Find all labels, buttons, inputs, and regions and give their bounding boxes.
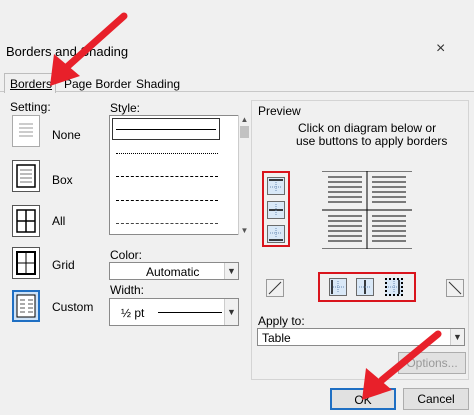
setting-none-label[interactable]: None bbox=[52, 128, 81, 142]
tab-shading[interactable]: Shading bbox=[136, 77, 180, 92]
chevron-down-icon[interactable]: ▼ bbox=[224, 263, 238, 279]
left-border-button[interactable] bbox=[329, 278, 347, 296]
bottom-border-button[interactable] bbox=[267, 225, 285, 243]
close-icon[interactable]: × bbox=[436, 40, 445, 58]
width-select[interactable]: ½ pt ▼ bbox=[109, 298, 239, 326]
preview-diagram[interactable] bbox=[322, 170, 412, 250]
style-option-dashed[interactable] bbox=[116, 176, 218, 177]
setting-box-label[interactable]: Box bbox=[52, 173, 73, 187]
setting-none-icon[interactable] bbox=[12, 115, 40, 147]
chevron-down-icon[interactable]: ▼ bbox=[450, 329, 464, 345]
top-border-button[interactable] bbox=[267, 177, 285, 195]
style-option-long-dash[interactable] bbox=[116, 200, 218, 201]
setting-box-icon[interactable] bbox=[12, 160, 40, 192]
scroll-up-icon[interactable]: ▲ bbox=[239, 115, 250, 124]
diagonal-up-border-button[interactable] bbox=[446, 279, 464, 297]
scroll-thumb[interactable] bbox=[240, 126, 249, 138]
color-value: Automatic bbox=[146, 265, 200, 279]
style-scrollbar[interactable]: ▲ ▼ bbox=[238, 115, 250, 235]
chevron-down-icon[interactable]: ▼ bbox=[224, 299, 238, 325]
inside-horizontal-border-button[interactable] bbox=[267, 201, 285, 219]
apply-to-value: Table bbox=[262, 331, 291, 345]
preview-label: Preview bbox=[258, 104, 301, 118]
setting-custom-label[interactable]: Custom bbox=[52, 300, 93, 314]
preview-instructions-2: use buttons to apply borders bbox=[296, 134, 448, 148]
scroll-down-icon[interactable]: ▼ bbox=[239, 226, 250, 235]
setting-all-label[interactable]: All bbox=[52, 214, 65, 228]
annotation-arrow-ok bbox=[362, 330, 442, 400]
style-option-dotted[interactable] bbox=[116, 153, 218, 154]
width-label: Width: bbox=[110, 283, 145, 297]
color-select[interactable]: Automatic ▼ bbox=[109, 262, 239, 280]
setting-label: Setting: bbox=[10, 100, 51, 114]
setting-grid-label[interactable]: Grid bbox=[52, 258, 75, 272]
setting-custom-icon[interactable] bbox=[12, 290, 40, 322]
style-label: Style: bbox=[110, 101, 141, 115]
right-border-button[interactable] bbox=[385, 278, 403, 296]
color-label: Color: bbox=[110, 248, 143, 262]
width-line-sample bbox=[158, 312, 222, 313]
annotation-arrow-tabs bbox=[50, 12, 128, 86]
style-option-dash-dot[interactable] bbox=[116, 223, 218, 224]
apply-to-label: Apply to: bbox=[258, 314, 305, 328]
style-option-selected[interactable] bbox=[112, 118, 220, 140]
width-value: ½ pt bbox=[121, 306, 145, 320]
inside-vertical-border-button[interactable] bbox=[356, 278, 374, 296]
preview-instructions-1: Click on diagram below or bbox=[298, 121, 437, 135]
style-listbox[interactable] bbox=[109, 115, 239, 235]
diagonal-down-border-button[interactable] bbox=[266, 279, 284, 297]
setting-grid-icon[interactable] bbox=[12, 247, 40, 279]
setting-all-icon[interactable] bbox=[12, 205, 40, 237]
